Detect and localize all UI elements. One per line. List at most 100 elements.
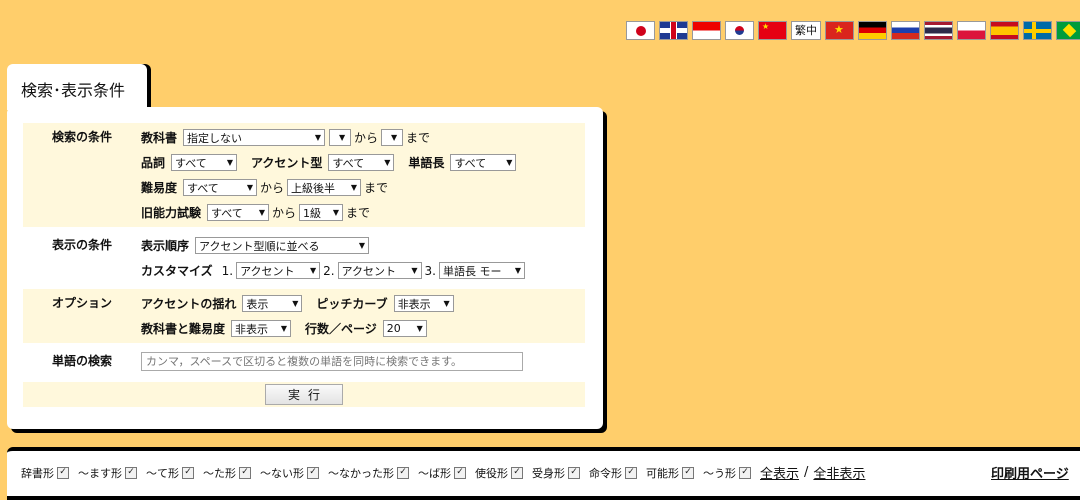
accent-sway-label: アクセントの揺れ (141, 297, 237, 311)
verb-form-label: ～ない形 (260, 466, 304, 480)
section-label: 表示の条件 (51, 238, 112, 252)
word-length-label: 単語長 (408, 156, 445, 170)
execute-button[interactable]: 実行 (265, 384, 343, 405)
checkbox-checked-icon[interactable]: ✓ (454, 466, 466, 479)
checkbox-checked-icon[interactable]: ✓ (182, 466, 194, 479)
germany-flag-icon[interactable] (858, 21, 887, 40)
textbook-select[interactable]: 指定しない ▼ (183, 129, 326, 146)
sort-key-1-select[interactable]: アクセント ▼ (236, 262, 321, 279)
to-text: まで (364, 181, 389, 195)
sort-key-3-select[interactable]: 単語長 モー ▼ (439, 262, 525, 279)
russia-flag-icon[interactable] (891, 21, 920, 40)
verb-form-label: ～う形 (703, 466, 736, 480)
tab-search-display-conditions[interactable]: 検索･表示条件 (7, 64, 147, 110)
uk-flag-icon[interactable] (659, 21, 688, 40)
sort-key-2-select[interactable]: アクセント ▼ (337, 262, 422, 279)
from-text: から (260, 181, 285, 195)
dropdown-arrow-icon: ▼ (258, 208, 266, 217)
verb-form-toggle[interactable]: 可能形 ✓ (646, 465, 694, 481)
textbook-label: 教科書 (141, 131, 178, 145)
verb-form-label: 辞書形 (21, 466, 54, 480)
checkbox-checked-icon[interactable]: ✓ (239, 466, 251, 479)
verb-form-toggle[interactable]: ～う形 ✓ (703, 465, 751, 481)
tab-label: 検索･表示条件 (21, 81, 126, 100)
link-separator: / (804, 465, 809, 480)
dropdown-arrow-icon: ▼ (226, 158, 234, 167)
print-page-link[interactable]: 印刷用ページ (991, 463, 1069, 482)
poland-flag-icon[interactable] (957, 21, 986, 40)
sort-key-3-number: 3. (424, 263, 436, 278)
to-text: まで (406, 131, 431, 145)
to-text: まで (346, 206, 371, 220)
korea-flag-icon[interactable] (725, 21, 754, 40)
china-flag-icon[interactable] (758, 21, 787, 40)
verb-form-label: 可能形 (646, 466, 679, 480)
section-label: 検索の条件 (51, 130, 112, 144)
checkbox-checked-icon[interactable]: ✓ (511, 466, 523, 479)
difficulty-from-select[interactable]: すべて ▼ (183, 179, 258, 196)
checkbox-checked-icon[interactable]: ✓ (625, 466, 637, 479)
checkbox-checked-icon[interactable]: ✓ (397, 466, 409, 479)
pitch-curve-select[interactable]: 非表示 ▼ (393, 295, 454, 312)
japan-flag-icon[interactable] (626, 21, 655, 40)
accent-type-label: アクセント型 (251, 156, 323, 170)
word-search-input[interactable] (141, 352, 523, 371)
range-to-select[interactable]: ▼ (381, 129, 404, 146)
thailand-flag-icon[interactable] (924, 21, 953, 40)
verb-form-toggle[interactable]: 命令形 ✓ (589, 465, 637, 481)
verb-form-toggle[interactable]: ～なかった形 ✓ (328, 465, 409, 481)
verb-form-toggle[interactable]: ～た形 ✓ (203, 465, 251, 481)
jlpt-from-select[interactable]: すべて ▼ (207, 204, 270, 221)
rows-per-page-select[interactable]: 20 ▼ (382, 320, 427, 337)
dropdown-arrow-icon: ▼ (514, 266, 521, 275)
checkbox-checked-icon[interactable]: ✓ (682, 466, 694, 479)
dropdown-arrow-icon: ▼ (292, 299, 299, 308)
hide-all-link[interactable]: 全非表示 (813, 463, 865, 482)
dropdown-arrow-icon: ▼ (506, 158, 513, 167)
verb-form-toggle[interactable]: ～ます形 ✓ (78, 465, 137, 481)
checkbox-checked-icon[interactable]: ✓ (739, 466, 751, 479)
verb-form-label: ～た形 (203, 466, 236, 480)
word-length-select[interactable]: すべて ▼ (450, 154, 517, 171)
dropdown-arrow-icon: ▼ (443, 299, 450, 308)
word-search-section: 単語の検索 (23, 347, 585, 376)
dropdown-arrow-icon: ▼ (309, 266, 317, 275)
jlpt-to-select[interactable]: 1級 ▼ (299, 204, 344, 221)
accent-type-select[interactable]: すべて ▼ (328, 154, 395, 171)
sort-key-2-number: 2. (323, 263, 335, 278)
checkbox-checked-icon[interactable]: ✓ (125, 466, 137, 479)
from-text: から (354, 131, 379, 145)
verb-form-toggle[interactable]: ～て形 ✓ (146, 465, 194, 481)
display-order-label: 表示順序 (141, 239, 190, 253)
verb-form-toggle[interactable]: ～ない形 ✓ (260, 465, 319, 481)
checkbox-checked-icon[interactable]: ✓ (57, 466, 69, 479)
textbook-difficulty-select[interactable]: 非表示 ▼ (231, 320, 292, 337)
pos-select[interactable]: すべて ▼ (171, 154, 238, 171)
verb-form-toggle[interactable]: 辞書形 ✓ (21, 465, 69, 481)
brazil-flag-icon[interactable] (1056, 21, 1080, 40)
spain-flag-icon[interactable] (990, 21, 1019, 40)
checkbox-checked-icon[interactable]: ✓ (568, 466, 580, 479)
verb-form-label: 受身形 (532, 466, 565, 480)
sort-key-1-number: 1. (221, 263, 234, 278)
rows-per-page-label: 行数／ページ (305, 322, 377, 336)
indonesia-flag-icon[interactable] (692, 21, 721, 40)
display-conditions-section: 表示の条件 表示順序 アクセント型順に並べる ▼ カスタマイズ 1. アクセント ▼… (23, 231, 585, 285)
vietnam-flag-icon[interactable] (825, 21, 854, 40)
dropdown-arrow-icon: ▼ (280, 324, 288, 333)
verb-form-toggle[interactable]: 受身形 ✓ (532, 465, 580, 481)
verb-form-toggle[interactable]: 使役形 ✓ (475, 465, 523, 481)
difficulty-to-select[interactable]: 上級後半 ▼ (287, 179, 362, 196)
checkbox-checked-icon[interactable]: ✓ (307, 466, 319, 479)
show-all-link[interactable]: 全表示 (760, 463, 799, 482)
display-order-select[interactable]: アクセント型順に並べる ▼ (195, 237, 370, 254)
range-from-select[interactable]: ▼ (329, 129, 352, 146)
sweden-flag-icon[interactable] (1023, 21, 1052, 40)
traditional-chinese-link[interactable]: 繁中 (791, 21, 821, 40)
verb-form-toggle[interactable]: ～ば形 ✓ (418, 465, 466, 481)
accent-sway-select[interactable]: 表示 ▼ (242, 295, 303, 312)
dropdown-arrow-icon: ▼ (246, 183, 254, 192)
section-label: オプション (51, 296, 112, 310)
dropdown-arrow-icon: ▼ (332, 208, 340, 217)
dropdown-arrow-icon: ▼ (416, 324, 423, 333)
